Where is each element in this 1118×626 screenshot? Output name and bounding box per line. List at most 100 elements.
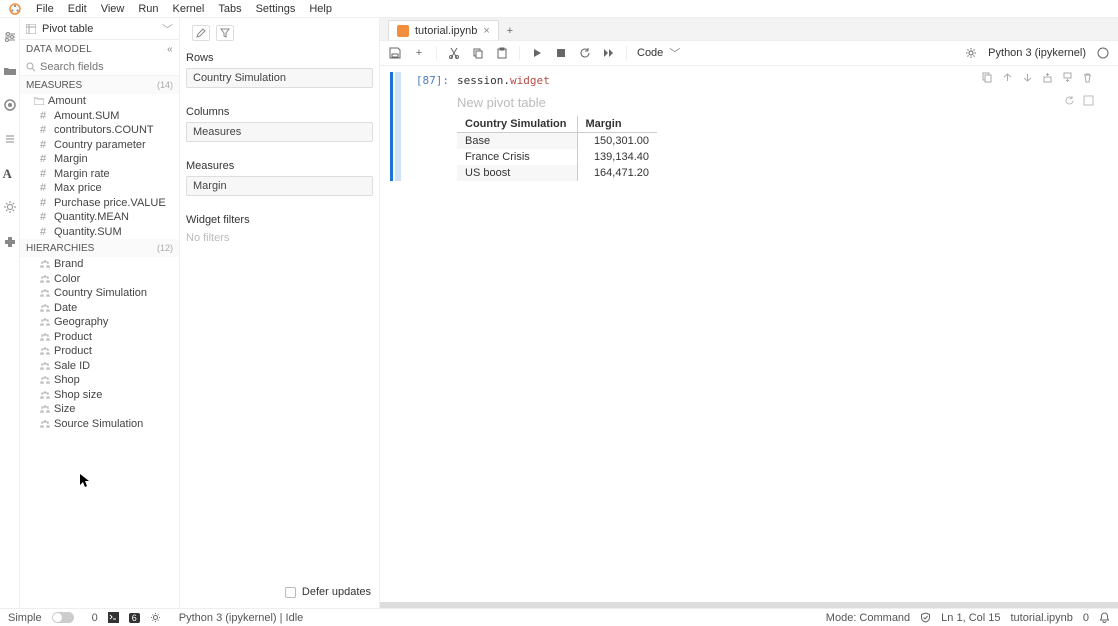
tree-label: Margin rate: [54, 168, 110, 180]
measure-folder-amount[interactable]: Amount: [20, 94, 179, 109]
notebook-body[interactable]: [87]: session.widget: [380, 66, 1118, 602]
hierarchy-geography[interactable]: Geography: [20, 315, 179, 330]
cut-icon[interactable]: [447, 46, 461, 60]
simple-toggle[interactable]: [52, 612, 74, 623]
hierarchy-source-simulation[interactable]: Source Simulation: [20, 417, 179, 432]
menu-view[interactable]: View: [101, 3, 125, 15]
menu-tabs[interactable]: Tabs: [218, 3, 241, 15]
measure-amount-sum[interactable]: #Amount.SUM: [20, 109, 179, 124]
measures-count: (14): [157, 80, 173, 90]
measure-purchase-price-value[interactable]: #Purchase price.VALUE: [20, 196, 179, 211]
insert-below-icon[interactable]: [1062, 72, 1074, 84]
circle-icon[interactable]: [3, 98, 17, 112]
hash-icon: #: [40, 182, 50, 194]
refresh-out-icon[interactable]: [1064, 95, 1075, 106]
measures-header[interactable]: MEASURES (14): [20, 76, 179, 94]
shield-icon[interactable]: [920, 612, 931, 623]
data-model-header: DATA MODEL «: [20, 40, 179, 58]
cog-status-icon[interactable]: [150, 612, 161, 623]
kernel-label[interactable]: Python 3 (ipykernel): [988, 47, 1086, 59]
settings-icon[interactable]: [964, 46, 978, 60]
close-icon[interactable]: ×: [483, 25, 489, 37]
celltype-label: Code: [637, 47, 663, 59]
hierarchy-shop-size[interactable]: Shop size: [20, 388, 179, 403]
celltype-select[interactable]: Code﹀: [637, 45, 680, 61]
col-header-0[interactable]: Country Simulation: [457, 116, 577, 133]
menu-help[interactable]: Help: [309, 3, 332, 15]
menu-edit[interactable]: Edit: [68, 3, 87, 15]
text-icon[interactable]: A: [3, 166, 17, 180]
measure-max-price[interactable]: #Max price: [20, 181, 179, 196]
stop-icon[interactable]: [554, 46, 568, 60]
filter-icon[interactable]: [216, 25, 234, 41]
hierarchy-sale-id[interactable]: Sale ID: [20, 359, 179, 374]
code-cell[interactable]: [87]: session.widget: [388, 72, 1110, 181]
tab-tutorial[interactable]: tutorial.ipynb ×: [388, 20, 499, 40]
col-header-1[interactable]: Margin: [577, 116, 657, 133]
run-all-icon[interactable]: [602, 46, 616, 60]
config-panel: Rows Country Simulation Columns Measures…: [180, 18, 380, 608]
measure-contributors-count[interactable]: #contributors.COUNT: [20, 123, 179, 138]
add-tab-button[interactable]: +: [501, 22, 519, 40]
columns-chip[interactable]: Measures: [186, 122, 373, 142]
hierarchy-brand[interactable]: Brand: [20, 257, 179, 272]
hierarchies-count: (12): [157, 243, 173, 253]
run-icon[interactable]: [530, 46, 544, 60]
hierarchy-date[interactable]: Date: [20, 301, 179, 316]
hierarchy-product-2[interactable]: Product: [20, 344, 179, 359]
status-zero: 0: [92, 612, 98, 624]
hierarchies-header[interactable]: HIERARCHIES (12): [20, 239, 179, 257]
rows-chip[interactable]: Country Simulation: [186, 68, 373, 88]
table-row[interactable]: France Crisis139,134.40: [457, 149, 657, 165]
status-pill[interactable]: 6: [129, 613, 140, 623]
menu-settings[interactable]: Settings: [256, 3, 296, 15]
save-icon[interactable]: [388, 46, 402, 60]
kernel-status[interactable]: Python 3 (ipykernel) | Idle: [179, 612, 304, 624]
restart-icon[interactable]: [578, 46, 592, 60]
list-icon[interactable]: [3, 132, 17, 146]
move-up-icon[interactable]: [1002, 72, 1014, 84]
config-footer: Defer updates: [186, 582, 373, 602]
gear-icon[interactable]: [3, 200, 17, 214]
folder-icon[interactable]: [3, 64, 17, 78]
terminal-icon[interactable]: [108, 612, 119, 623]
paste-icon[interactable]: [495, 46, 509, 60]
menu-run[interactable]: Run: [138, 3, 158, 15]
sliders-icon[interactable]: [3, 30, 17, 44]
bell-icon[interactable]: [1099, 612, 1110, 623]
hierarchy-product-1[interactable]: Product: [20, 330, 179, 345]
hierarchies-label: HIERARCHIES: [26, 243, 94, 254]
expand-out-icon[interactable]: [1083, 95, 1094, 106]
measures-chip[interactable]: Margin: [186, 176, 373, 196]
mode-label: Mode: Command: [826, 612, 910, 624]
search-input[interactable]: [40, 61, 160, 73]
measure-quantity-sum[interactable]: #Quantity.SUM: [20, 225, 179, 240]
measure-quantity-mean[interactable]: #Quantity.MEAN: [20, 210, 179, 225]
measure-country-parameter[interactable]: #Country parameter: [20, 138, 179, 153]
defer-label: Defer updates: [302, 586, 371, 598]
menu-kernel[interactable]: Kernel: [173, 3, 205, 15]
hierarchy-shop[interactable]: Shop: [20, 373, 179, 388]
add-cell-icon[interactable]: +: [412, 46, 426, 60]
edit-icon[interactable]: [192, 25, 210, 41]
tree-label: Shop: [54, 374, 80, 386]
table-row[interactable]: Base150,301.00: [457, 133, 657, 150]
hierarchy-size[interactable]: Size: [20, 402, 179, 417]
pivot-type-select[interactable]: Pivot table ﹀: [20, 18, 179, 40]
menu-file[interactable]: File: [36, 3, 54, 15]
hierarchy-color[interactable]: Color: [20, 272, 179, 287]
duplicate-icon[interactable]: [982, 72, 994, 84]
copy-icon[interactable]: [471, 46, 485, 60]
hierarchy-country-simulation[interactable]: Country Simulation: [20, 286, 179, 301]
table-row[interactable]: US boost164,471.20: [457, 165, 657, 181]
resize-handle[interactable]: [380, 602, 1118, 608]
measure-margin-rate[interactable]: #Margin rate: [20, 167, 179, 182]
defer-checkbox[interactable]: [285, 587, 296, 598]
extension-icon[interactable]: [3, 234, 17, 248]
hash-icon: #: [40, 139, 50, 151]
insert-above-icon[interactable]: [1042, 72, 1054, 84]
measure-margin[interactable]: #Margin: [20, 152, 179, 167]
delete-icon[interactable]: [1082, 72, 1094, 84]
collapse-icon[interactable]: «: [167, 44, 173, 55]
move-down-icon[interactable]: [1022, 72, 1034, 84]
